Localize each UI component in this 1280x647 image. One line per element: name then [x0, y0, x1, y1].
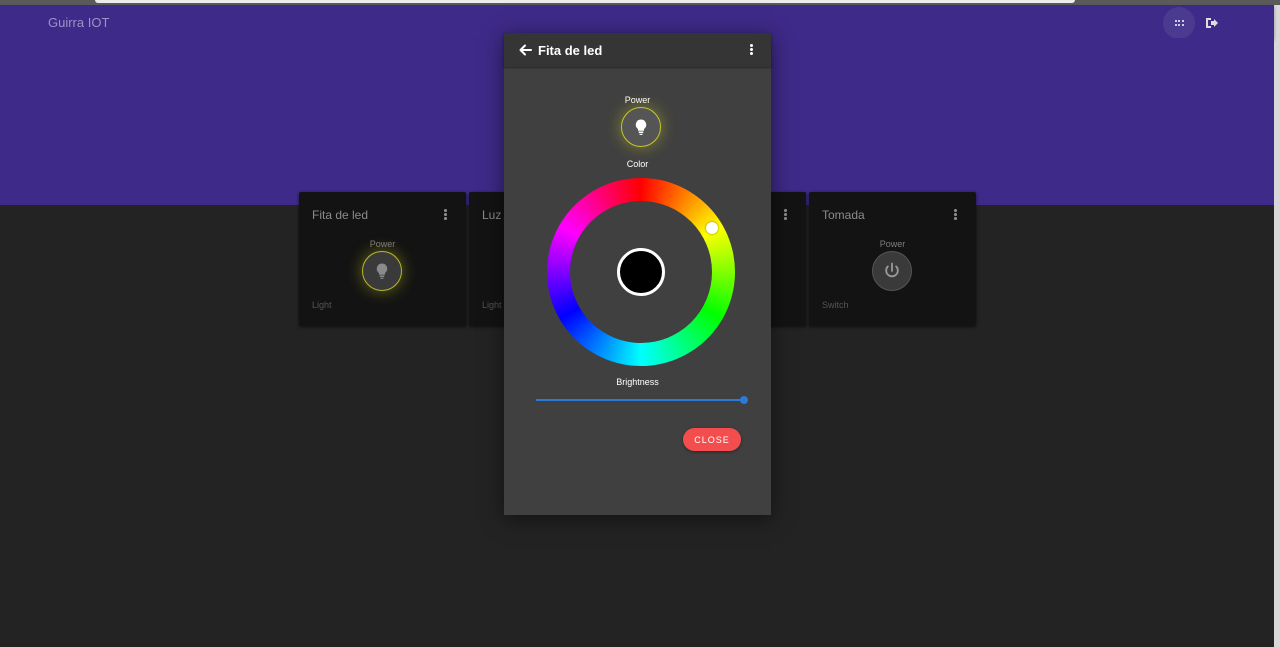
brightness-slider-thumb[interactable] — [740, 396, 748, 404]
dialog-header: Fita de led — [504, 33, 771, 67]
card-power-label: Power — [369, 239, 396, 249]
color-label: Color — [626, 159, 649, 169]
device-card-tomada[interactable]: Tomada Power Switch — [809, 192, 976, 326]
page-scrollbar[interactable] — [1274, 5, 1280, 647]
arrow-back-icon[interactable] — [518, 43, 532, 57]
brightness-label: Brightness — [616, 377, 659, 387]
more-vert-icon[interactable] — [784, 209, 788, 221]
selected-color-preview — [617, 248, 665, 296]
power-icon — [885, 262, 899, 278]
apps-grid-icon — [1174, 20, 1184, 26]
power-toggle-button[interactable] — [621, 107, 661, 147]
lightbulb-icon — [635, 119, 647, 135]
more-vert-icon[interactable] — [444, 209, 448, 221]
logout-icon[interactable] — [1203, 15, 1219, 31]
card-device-type: Light — [312, 300, 332, 310]
card-title: Tomada — [822, 208, 865, 222]
device-card-fita-de-led[interactable]: Fita de led Power Light — [299, 192, 466, 326]
close-button[interactable]: CLOSE — [683, 428, 741, 451]
color-wheel[interactable] — [547, 178, 735, 366]
card-title: Luz — [482, 208, 502, 222]
more-vert-icon[interactable] — [750, 44, 754, 56]
power-toggle-button[interactable] — [362, 251, 402, 291]
color-wheel-handle[interactable] — [706, 222, 718, 234]
card-power-label: Power — [879, 239, 906, 249]
card-device-type: Switch — [822, 300, 849, 310]
app-title: Guirra IOT — [48, 15, 110, 30]
card-title: Fita de led — [312, 208, 369, 222]
brightness-slider[interactable] — [536, 399, 744, 401]
more-vert-icon[interactable] — [954, 209, 958, 221]
browser-address-bar[interactable] — [95, 0, 1075, 3]
power-toggle-button[interactable] — [872, 251, 912, 291]
device-dialog: Fita de led Power Color Brightness CLOSE — [504, 33, 771, 515]
card-device-type: Light — [482, 300, 502, 310]
apps-grid-button[interactable] — [1163, 7, 1195, 39]
power-label: Power — [624, 95, 651, 105]
lightbulb-icon — [376, 263, 388, 279]
dialog-title: Fita de led — [538, 43, 603, 58]
